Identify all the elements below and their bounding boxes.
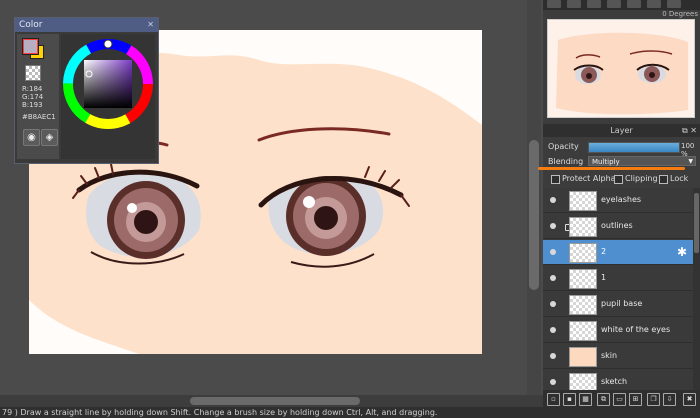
new-halftone-layer-icon[interactable]: ▦: [579, 393, 592, 406]
layer-name: outlines: [601, 221, 633, 230]
blue-value: B:193: [22, 101, 43, 109]
rotation-readout: 0 Degrees: [662, 10, 698, 18]
hex-value: #B8AEC1: [22, 113, 56, 121]
new-raster-layer-icon[interactable]: ▪: [563, 393, 576, 406]
nav-tool-icon[interactable]: [547, 0, 561, 8]
blending-select[interactable]: Multiply ▼: [588, 156, 696, 166]
color-window-titlebar[interactable]: Color ✕: [15, 18, 158, 32]
opacity-slider-fill: [589, 143, 679, 152]
layer-row-1[interactable]: 1: [543, 266, 693, 291]
color-window: Color ✕ R:184 G:174 B:193 #B8AEC1 ◉ ◈: [14, 17, 159, 164]
transparent-color-swatch[interactable]: [25, 65, 41, 81]
layer-thumbnail: [569, 321, 597, 341]
layer-thumbnail: [569, 269, 597, 289]
layer-list-scroll-thumb[interactable]: [694, 193, 699, 253]
layer-name: 2: [601, 247, 607, 256]
layer-thumbnail: [569, 295, 597, 315]
eye-icon[interactable]: [550, 197, 556, 203]
right-panel: 0 Degrees Layer ⧉ ✕ Opacity 100 % Blendi…: [538, 0, 700, 407]
opacity-slider[interactable]: [588, 142, 680, 153]
nav-tool-icon[interactable]: [567, 0, 581, 8]
panel-close-icon[interactable]: ⧉ ✕: [682, 124, 697, 137]
red-value: R:184: [22, 85, 43, 93]
eye-icon[interactable]: [550, 379, 556, 385]
palette-icon[interactable]: ◉: [23, 129, 40, 146]
layer-name: 1: [601, 273, 607, 282]
nav-tool-icon[interactable]: [667, 0, 681, 8]
opacity-label: Opacity: [548, 142, 579, 151]
layer-thumbnail: [569, 191, 597, 211]
protect-alpha-checkbox[interactable]: [551, 175, 560, 184]
main-color-swatch[interactable]: [23, 39, 38, 54]
navigator-toolbar: [543, 0, 700, 10]
color-picker-icon[interactable]: ◈: [41, 129, 58, 146]
layer-list-scrollbar[interactable]: [693, 188, 700, 395]
blending-value: Multiply: [592, 158, 620, 166]
eye-icon[interactable]: [550, 301, 556, 307]
canvas-horizontal-scroll-thumb[interactable]: [190, 397, 360, 405]
layer-row-outlines[interactable]: outlines: [543, 214, 693, 239]
lock-label: Lock: [670, 174, 689, 183]
layer-name: eyelashes: [601, 195, 642, 204]
blending-label: Blending: [548, 157, 584, 166]
layer-copy-icon[interactable]: ⧉: [597, 393, 610, 406]
opacity-row: Opacity 100 %: [543, 140, 700, 158]
lock-checkbox[interactable]: [659, 175, 668, 184]
clipping-label: Clipping: [625, 174, 658, 183]
protect-alpha-label: Protect Alpha: [562, 174, 616, 183]
layer-options-row: Protect Alpha Clipping Lock: [543, 173, 700, 187]
trash-icon[interactable]: ✖: [683, 393, 696, 406]
clipping-checkbox[interactable]: [614, 175, 623, 184]
layer-thumbnail: [569, 347, 597, 367]
color-wheel-area[interactable]: [61, 34, 155, 159]
layer-list: eyelashes outlines 2 ✱ 1 pupil base whit…: [543, 188, 693, 395]
layer-name: sketch: [601, 377, 628, 386]
duplicate-icon[interactable]: ❐: [647, 393, 660, 406]
color-swatch-panel: R:184 G:174 B:193 #B8AEC1 ◉ ◈: [17, 34, 59, 159]
nav-tool-icon[interactable]: [627, 0, 641, 8]
nav-tool-icon[interactable]: [647, 0, 661, 8]
status-bar: 79 ) Draw a straight line by holding dow…: [0, 407, 700, 418]
highlight-underline: [538, 167, 685, 170]
eye-icon[interactable]: [550, 275, 556, 281]
layer-panel-header: Layer ⧉ ✕: [543, 124, 700, 137]
nav-tool-icon[interactable]: [587, 0, 601, 8]
close-icon[interactable]: ✕: [147, 18, 154, 32]
layer-row-skin[interactable]: skin: [543, 344, 693, 369]
layer-name: skin: [601, 351, 618, 360]
color-wheel[interactable]: [61, 34, 155, 159]
rgb-readout: R:184 G:174 B:193: [22, 85, 43, 109]
layer-row-2[interactable]: 2 ✱: [543, 240, 693, 265]
new-layer-icon[interactable]: ▫: [547, 393, 560, 406]
merge-down-icon[interactable]: ⇩: [663, 393, 676, 406]
layer-thumbnail: [569, 217, 597, 237]
folder-icon[interactable]: ▭: [613, 393, 626, 406]
layer-row-eyelashes[interactable]: eyelashes: [543, 188, 693, 213]
navigator-preview[interactable]: [547, 19, 695, 118]
layer-name: white of the eyes: [601, 325, 671, 334]
navigator-thumbnail: [556, 32, 688, 115]
nav-tool-icon[interactable]: [607, 0, 621, 8]
color-window-title: Color: [19, 20, 43, 30]
layer-row-pupil-base[interactable]: pupil base: [543, 292, 693, 317]
gear-icon[interactable]: ✱: [677, 245, 687, 259]
layer-thumbnail: [569, 243, 597, 263]
green-value: G:174: [22, 93, 44, 101]
eye-icon[interactable]: [550, 249, 556, 255]
layer-panel-title: Layer: [610, 126, 633, 135]
eye-icon[interactable]: [550, 327, 556, 333]
chevron-down-icon: ▼: [688, 158, 693, 165]
eye-icon[interactable]: [550, 353, 556, 359]
eye-icon[interactable]: [550, 223, 556, 229]
canvas-vertical-scroll-thumb[interactable]: [529, 140, 539, 290]
paste-icon[interactable]: ⊞: [629, 393, 642, 406]
layer-bottom-toolbar: ▫ ▪ ▦ ⧉ ▭ ⊞ ❐ ⇩ ✖: [543, 390, 700, 407]
layer-row-white-of-the-eyes[interactable]: white of the eyes: [543, 318, 693, 343]
layer-name: pupil base: [601, 299, 643, 308]
